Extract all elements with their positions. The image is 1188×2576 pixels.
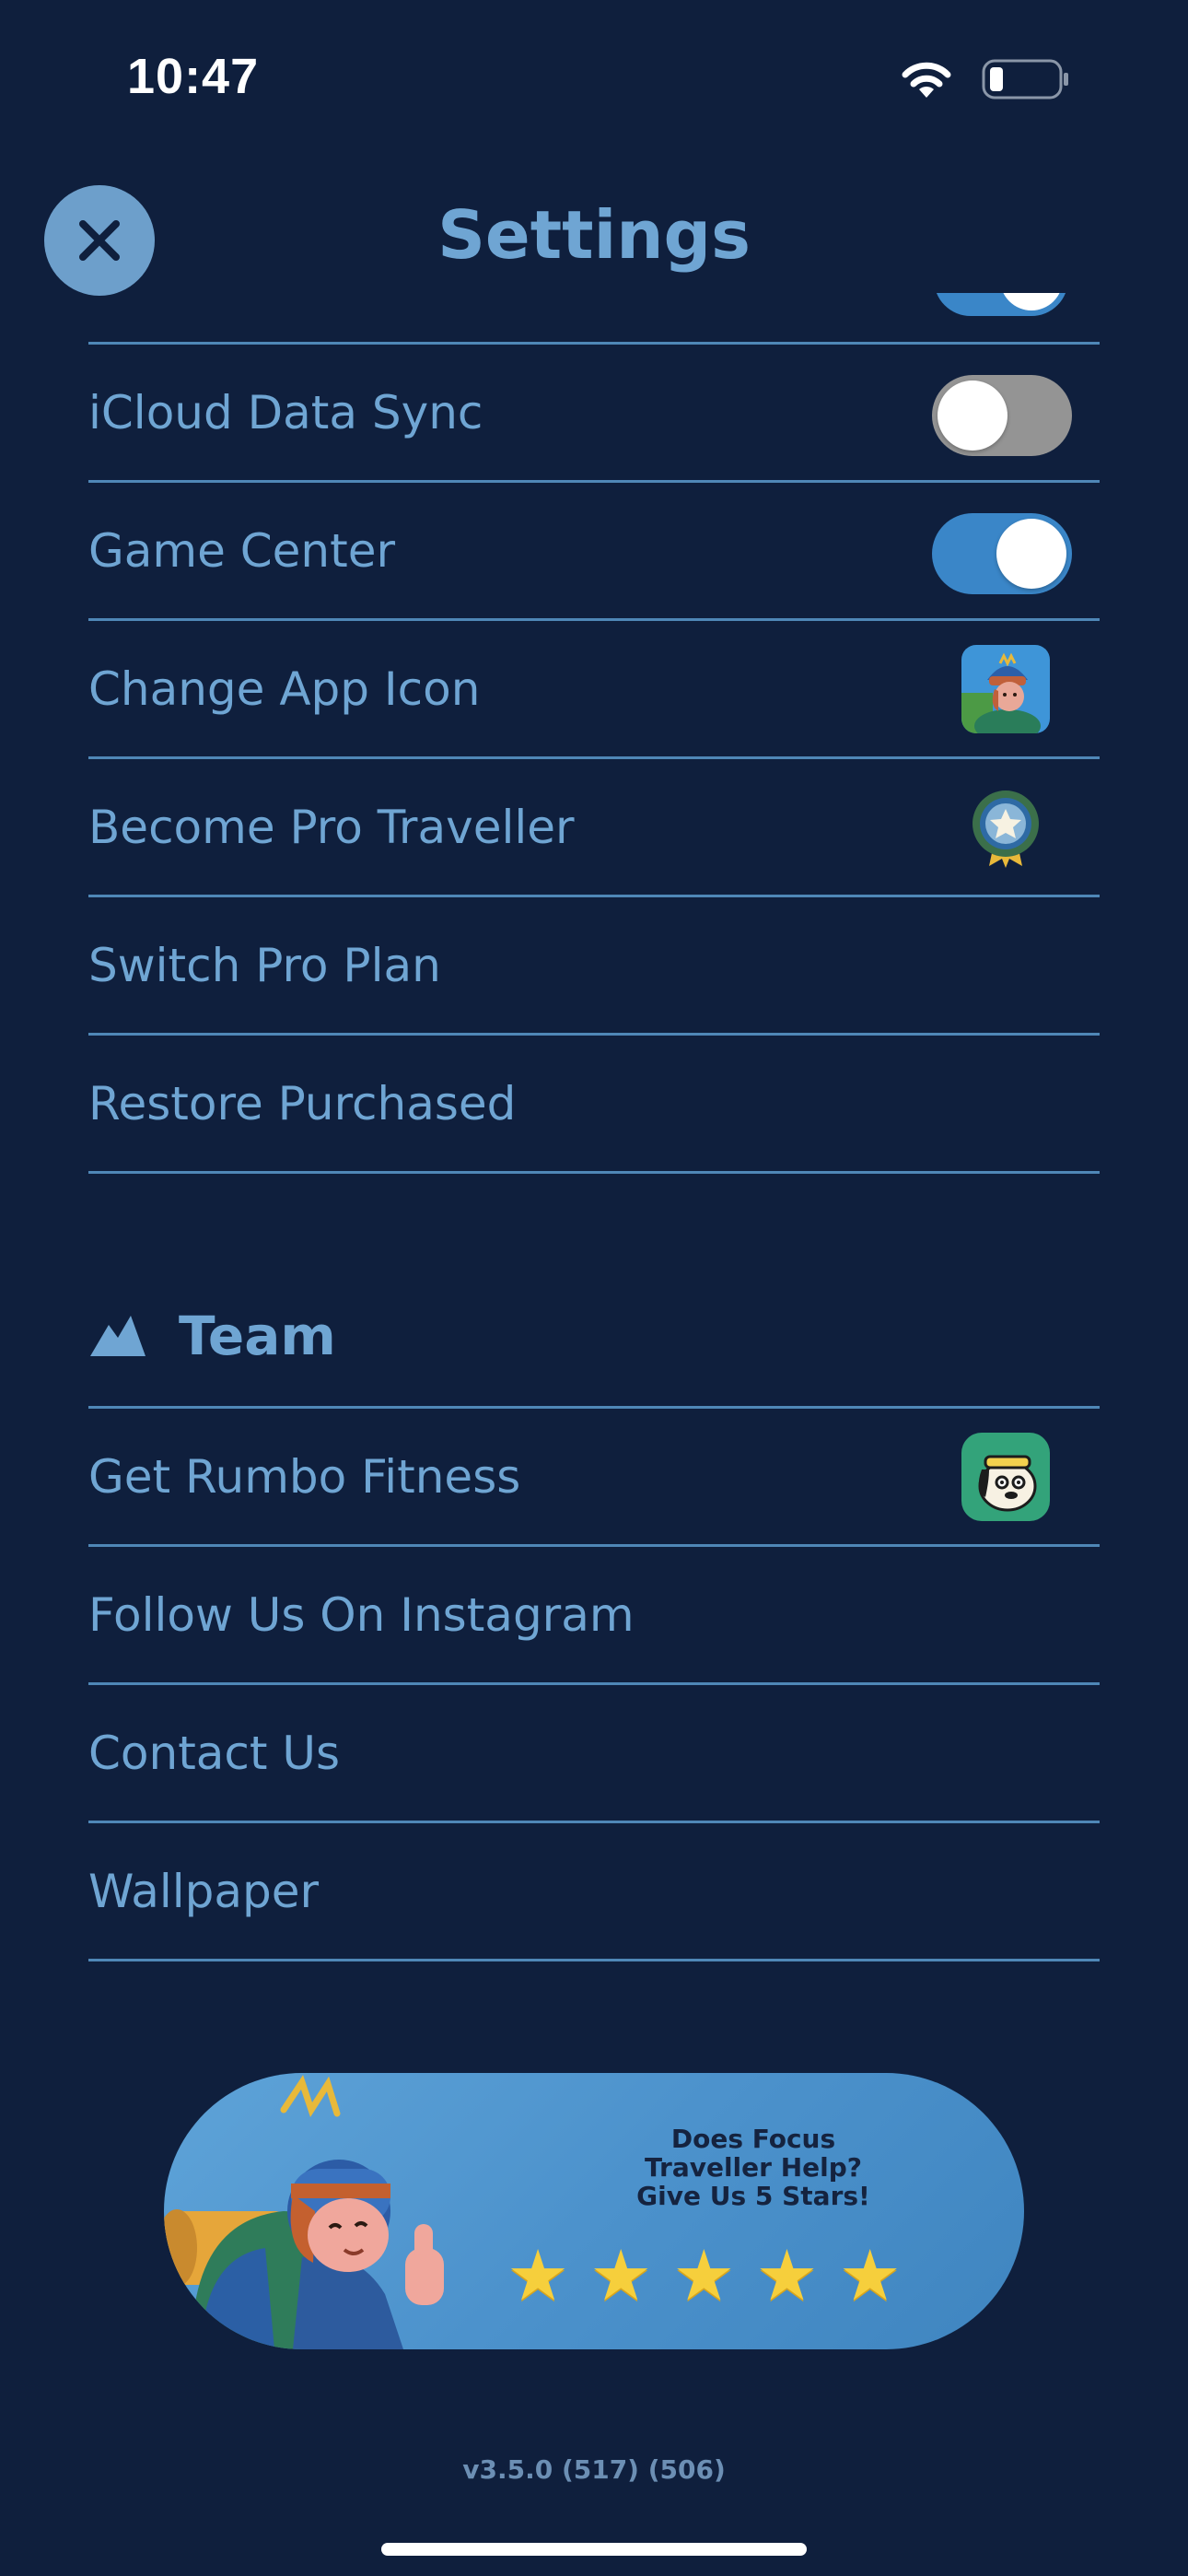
row-label: Get Rumbo Fitness: [88, 1449, 521, 1504]
rumbo-fitness-app-icon: [961, 1433, 1050, 1521]
rate-app-banner[interactable]: Does Focus Traveller Help? Give Us 5 Sta…: [164, 2073, 1024, 2349]
icloud-sync-toggle[interactable]: [932, 375, 1072, 456]
star-rating: ★ ★ ★ ★ ★: [507, 2241, 902, 2311]
battery-icon: [982, 59, 1068, 100]
divider: [88, 1959, 1100, 1961]
row-label: Restore Purchased: [88, 1076, 517, 1130]
become-pro-row[interactable]: Become Pro Traveller: [88, 759, 1100, 895]
team-section-header: Team: [88, 1290, 336, 1382]
section-title: Team: [179, 1305, 336, 1367]
rate-line-1: Does Focus: [670, 2124, 836, 2154]
status-time: 10:47: [127, 49, 260, 104]
contact-us-row[interactable]: Contact Us: [88, 1685, 1100, 1821]
rate-line-2: Traveller Help?: [644, 2152, 863, 2183]
row-label: Change App Icon: [88, 662, 481, 716]
row-label: Follow Us On Instagram: [88, 1587, 635, 1642]
star-icon: ★: [838, 2234, 902, 2316]
wifi-icon: [902, 62, 951, 98]
icloud-sync-row: iCloud Data Sync: [88, 345, 1100, 480]
traveller-character-illustration: [164, 2075, 444, 2349]
get-rumbo-fitness-row[interactable]: Get Rumbo Fitness: [88, 1409, 1100, 1544]
mountain-icon: [90, 1316, 146, 1356]
game-center-toggle[interactable]: [932, 513, 1072, 594]
change-app-icon-row[interactable]: Change App Icon: [88, 621, 1100, 756]
row-label: Switch Pro Plan: [88, 938, 441, 992]
restore-purchased-row[interactable]: Restore Purchased: [88, 1036, 1100, 1171]
star-icon: ★: [672, 2234, 736, 2316]
row-label: Wallpaper: [88, 1864, 320, 1918]
rate-line-3: Give Us 5 Stars!: [636, 2181, 870, 2211]
row-label: Game Center: [88, 523, 396, 578]
star-icon: ★: [507, 2234, 570, 2316]
switch-pro-plan-row[interactable]: Switch Pro Plan: [88, 897, 1100, 1033]
wallpaper-row[interactable]: Wallpaper: [88, 1823, 1100, 1959]
row-label: iCloud Data Sync: [88, 385, 483, 439]
follow-instagram-row[interactable]: Follow Us On Instagram: [88, 1547, 1100, 1682]
pro-badge-icon: [961, 783, 1050, 872]
home-indicator[interactable]: [381, 2543, 807, 2556]
row-label: Become Pro Traveller: [88, 800, 575, 854]
game-center-row: Game Center: [88, 483, 1100, 618]
divider: [88, 1171, 1100, 1174]
page-title: Settings: [437, 196, 751, 274]
star-icon: ★: [755, 2234, 819, 2316]
app-version: v3.5.0 (517) (506): [462, 2454, 726, 2485]
rate-prompt-text: Does Focus Traveller Help? Give Us 5 Sta…: [551, 2125, 956, 2210]
app-icon-thumbnail: [961, 645, 1050, 733]
star-icon: ★: [589, 2234, 653, 2316]
row-label: Contact Us: [88, 1726, 341, 1780]
